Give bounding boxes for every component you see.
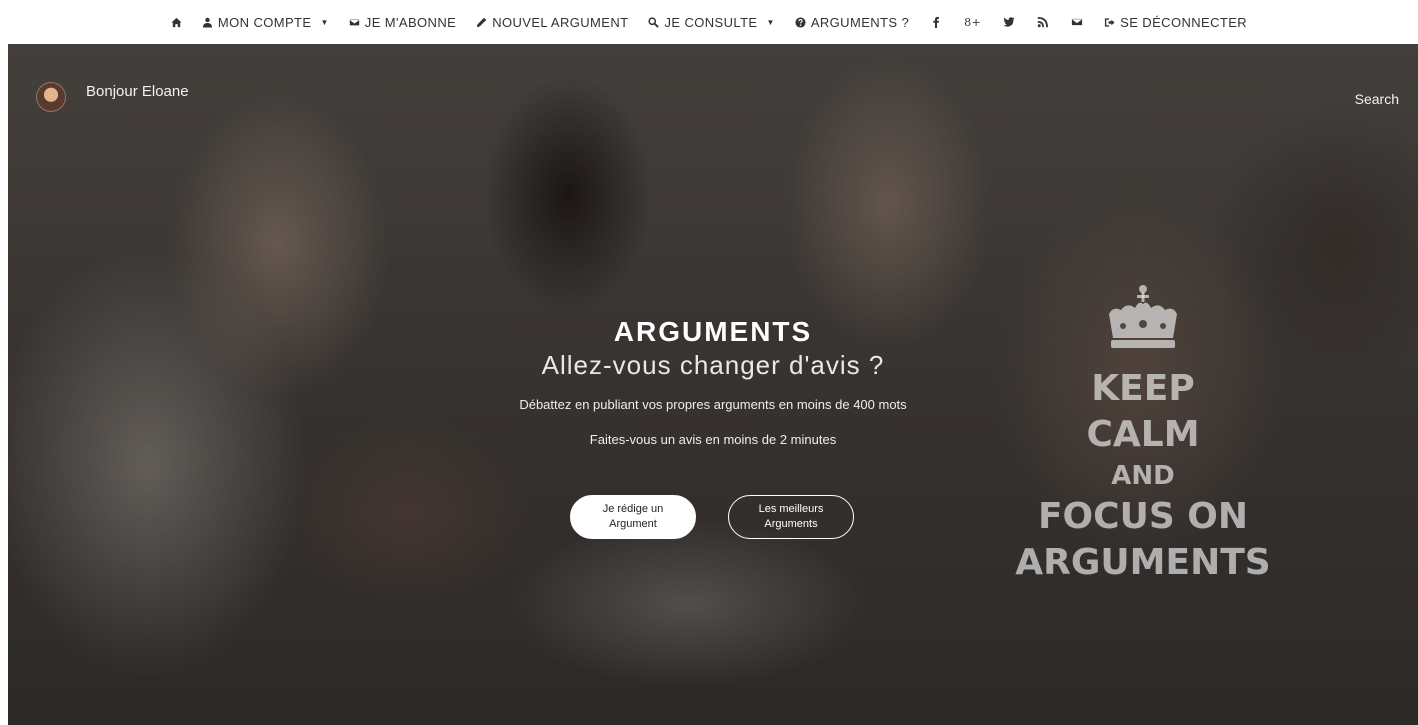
greeting-text: Bonjour Eloane — [86, 82, 189, 100]
nav-logout-label: Se déconnecter — [1120, 14, 1248, 30]
nav-browse[interactable]: Je consulte ▼ — [638, 0, 784, 44]
facebook-icon — [933, 17, 940, 28]
chevron-down-icon: ▼ — [766, 17, 775, 27]
top-navigation: Mon compte ▼ Je m'abonne Nouvel argument… — [0, 0, 1418, 44]
hero-banner: Bonjour Eloane Search ARGUMENTS Allez-vo… — [8, 44, 1418, 725]
mail-icon — [1071, 18, 1084, 26]
poster-line-calm: CALM — [1086, 414, 1200, 455]
twitter-link[interactable] — [992, 0, 1026, 44]
keep-calm-poster: KEEP CALM AND FOCUS ON ARGUMENTS — [1008, 284, 1278, 586]
rss-link[interactable] — [1026, 0, 1060, 44]
search-icon — [648, 16, 660, 28]
facebook-link[interactable] — [919, 0, 953, 44]
nav-about-arguments[interactable]: Arguments ? — [785, 0, 919, 44]
poster-line-arguments: ARGUMENTS — [1015, 542, 1271, 583]
nav-my-account-label: Mon compte — [217, 14, 312, 30]
home-link[interactable] — [161, 0, 192, 44]
rss-icon — [1037, 17, 1049, 28]
best-arguments-button[interactable]: Les meilleurs Arguments — [728, 495, 854, 539]
search-link[interactable]: Search — [1355, 91, 1399, 107]
pencil-icon — [477, 17, 487, 27]
avatar[interactable] — [36, 82, 66, 112]
twitter-icon — [1003, 17, 1015, 27]
nav-logout[interactable]: Se déconnecter — [1094, 0, 1257, 44]
chevron-down-icon: ▼ — [320, 17, 329, 27]
write-argument-button[interactable]: Je rédige un Argument — [570, 495, 696, 539]
nav-subscribe-label: Je m'abonne — [364, 14, 457, 30]
envelope-icon — [348, 18, 360, 26]
nav-new-argument[interactable]: Nouvel argument — [466, 0, 638, 44]
poster-line-focus-on: FOCUS ON — [1037, 496, 1249, 537]
user-icon — [202, 17, 212, 28]
question-circle-icon — [795, 16, 806, 28]
google-plus-icon: 8+ — [964, 15, 982, 29]
nav-browse-label: Je consulte — [664, 14, 758, 30]
nav-about-arguments-label: Arguments ? — [810, 14, 910, 30]
nav-new-argument-label: Nouvel argument — [492, 14, 629, 30]
nav-my-account[interactable]: Mon compte ▼ — [192, 0, 339, 44]
logout-icon — [1105, 17, 1115, 27]
mail-link[interactable] — [1060, 0, 1094, 44]
home-icon — [171, 17, 182, 27]
poster-line-and: AND — [1111, 461, 1175, 491]
nav-subscribe[interactable]: Je m'abonne — [339, 0, 466, 44]
crown-icon — [1109, 285, 1177, 348]
user-greeting: Bonjour Eloane — [36, 78, 189, 112]
google-plus-link[interactable]: 8+ — [953, 0, 992, 44]
poster-line-keep: KEEP — [1091, 368, 1195, 409]
